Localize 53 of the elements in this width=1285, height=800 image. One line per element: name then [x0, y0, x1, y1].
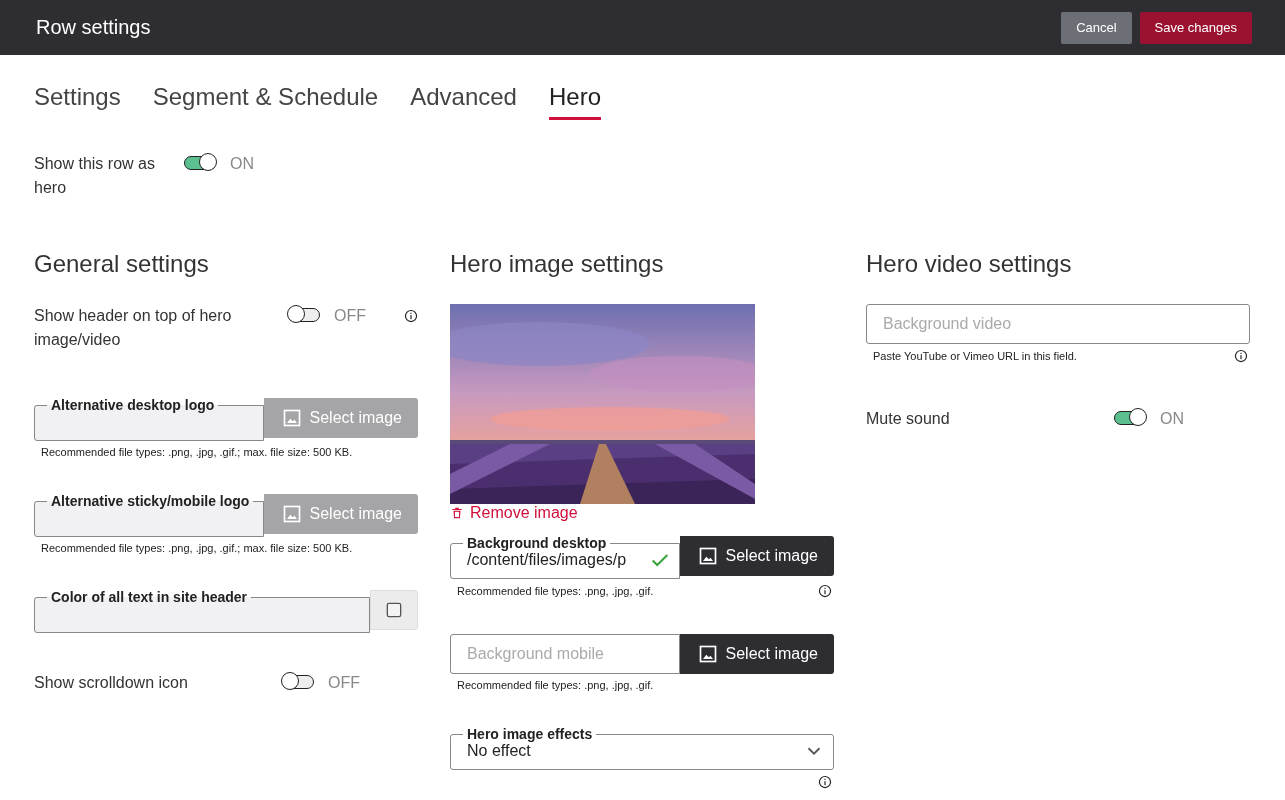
tab[interactable]: Segment & Schedule [152, 79, 379, 120]
color-swatch-button[interactable] [370, 590, 418, 630]
field-label: Background desktop [466, 536, 608, 550]
info-icon[interactable] [404, 309, 418, 323]
image-icon [697, 546, 718, 566]
hint-text: Recommended file types: .png, .jpg, .gif. [457, 679, 654, 691]
toggle-switch[interactable] [282, 675, 314, 689]
info-icon[interactable] [818, 584, 832, 598]
save-button[interactable]: Save changes [1139, 11, 1252, 44]
toggle-state: ON [230, 154, 254, 174]
field-label: Alternative sticky/mobile logo [50, 494, 251, 508]
window-title: Row settings [36, 16, 152, 39]
field-placeholder: Background video [883, 315, 1013, 333]
hint-text: Paste YouTube or Vimeo URL in this field. [873, 350, 1077, 362]
field-value: /content/files/images/p [467, 551, 628, 569]
swatch-icon [384, 600, 404, 620]
toggle-switch[interactable] [184, 156, 216, 170]
field-label: Alternative desktop logo [50, 398, 216, 412]
field-placeholder: Background mobile [467, 645, 605, 663]
toggle-switch[interactable] [1114, 411, 1146, 425]
tab[interactable]: Advanced [410, 79, 517, 120]
field-label: Color of all text in site header [50, 590, 249, 604]
toggle-state: OFF [334, 306, 366, 326]
toggle-label: Show this row as hero [34, 154, 156, 198]
toggle-switch[interactable] [288, 308, 320, 322]
toggle-label: Mute sound [866, 409, 951, 429]
toggle-label: Show scrolldown icon [34, 673, 189, 693]
select-image-button[interactable]: Select image [679, 634, 834, 674]
section-heading: Hero video settings [866, 250, 1073, 278]
image-icon [281, 408, 302, 428]
hint-text: Recommended file types: .png, .jpg, .gif.; max. file size: 500 KB. [41, 446, 353, 458]
image-icon [697, 644, 718, 664]
tab[interactable]: Settings [34, 79, 121, 120]
field-label: Hero image effects [466, 727, 594, 741]
field-value: No effect [467, 742, 532, 760]
info-icon[interactable] [1234, 349, 1248, 363]
tab[interactable]: Hero [548, 79, 601, 120]
section-heading: General settings [34, 250, 210, 278]
trash-icon [450, 506, 464, 520]
cancel-button[interactable]: Cancel [1061, 11, 1132, 44]
toggle-label: Show header on top of hero image/video [34, 306, 233, 350]
remove-image-link[interactable]: Remove image [450, 504, 578, 522]
section-heading: Hero image settings [450, 250, 665, 278]
hint-text: Recommended file types: .png, .jpg, .gif.; max. file size: 500 KB. [41, 542, 353, 554]
file-field[interactable]: Background desktop /content/files/images/p [450, 536, 680, 579]
info-icon[interactable] [818, 775, 832, 789]
select-image-button[interactable]: Select image [679, 536, 834, 576]
image-icon [281, 504, 302, 524]
select-field[interactable]: Hero image effects No effect [450, 727, 834, 770]
color-field[interactable]: Color of all text in site header [34, 590, 370, 633]
toggle-state: OFF [328, 673, 360, 693]
toggle-state: ON [1160, 409, 1184, 429]
hint-text: Recommended file types: .png, .jpg, .gif. [457, 585, 654, 597]
